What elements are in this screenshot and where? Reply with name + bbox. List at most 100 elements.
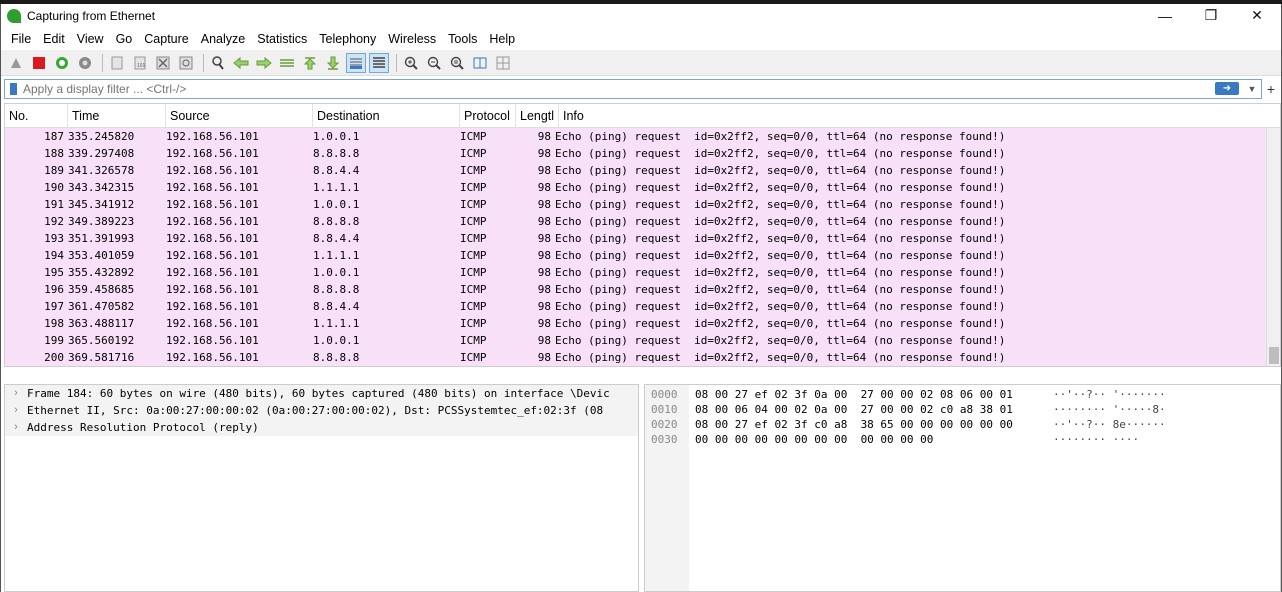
packet-row[interactable]: 188 339.297408 192.168.56.101 8.8.8.8 ICMP 98… (5, 145, 1280, 162)
zoom-reset-icon[interactable] (447, 53, 467, 73)
menu-wireless[interactable]: Wireless (382, 32, 442, 46)
colorize-icon[interactable] (369, 52, 389, 73)
hex-ascii[interactable]: ··'··?·· 8e······ (1053, 417, 1166, 432)
menu-go[interactable]: Go (110, 32, 139, 46)
menu-edit[interactable]: Edit (37, 32, 71, 46)
packet-row[interactable]: 194 353.401059 192.168.56.101 1.1.1.1 ICMP 98… (5, 247, 1280, 264)
packet-cell-info: Echo (ping) request id=0x2ff2, seq=0/0, … (555, 334, 1006, 347)
scrollbar-thumb[interactable] (1269, 347, 1279, 364)
packet-list: No. Time Source Destination Protocol Len… (4, 103, 1281, 367)
packet-row[interactable]: 192 349.389223 192.168.56.101 8.8.8.8 ICMP 98… (5, 213, 1280, 230)
minimize-icon[interactable]: — (1142, 4, 1188, 27)
packet-cell-proto: ICMP (460, 130, 487, 143)
hex-bytes[interactable]: 08 00 27 ef 02 3f c0 a8 38 65 00 00 00 0… (695, 417, 1013, 432)
packet-row[interactable]: 191 345.341912 192.168.56.101 1.0.0.1 ICMP 98… (5, 196, 1280, 213)
packet-row[interactable]: 187 335.245820 192.168.56.101 1.0.0.1 ICMP 98… (5, 128, 1280, 145)
go-last-icon[interactable] (323, 53, 343, 73)
restart-capture-icon[interactable] (52, 53, 72, 73)
detail-arp[interactable]: › Address Resolution Protocol (reply) (5, 419, 638, 436)
capture-options-icon[interactable] (75, 53, 95, 73)
packet-cell-len: 98 (537, 249, 551, 262)
reload-file-icon[interactable] (176, 53, 196, 73)
packet-row[interactable]: 196 359.458685 192.168.56.101 8.8.8.8 ICMP 98… (5, 281, 1280, 298)
detail-frame[interactable]: › Frame 184: 60 bytes on wire (480 bits),… (5, 385, 638, 402)
chevron-right-icon[interactable]: › (5, 385, 27, 402)
menu-tools[interactable]: Tools (442, 32, 483, 46)
packet-cell-no: 189 (44, 164, 64, 177)
bookmark-icon[interactable] (10, 82, 17, 95)
packet-row[interactable]: 193 351.391993 192.168.56.101 8.8.4.4 ICMP 98… (5, 230, 1280, 247)
close-file-icon[interactable] (153, 53, 173, 73)
column-destination[interactable]: Destination (313, 104, 460, 128)
packet-row[interactable]: 200 369.581716 192.168.56.101 8.8.8.8 ICMP 98… (5, 349, 1280, 366)
packet-cell-dst: 1.0.0.1 (313, 334, 360, 347)
display-filter-input[interactable] (23, 81, 1215, 96)
packet-cell-len: 98 (537, 334, 551, 347)
packet-row[interactable]: 195 355.432892 192.168.56.101 1.0.0.1 ICMP 98… (5, 264, 1280, 281)
plus-icon[interactable]: + (1262, 81, 1280, 97)
packet-row[interactable]: 198 363.488117 192.168.56.101 1.1.1.1 ICMP 98… (5, 315, 1280, 332)
packet-cell-time: 359.458685 (68, 283, 135, 296)
packet-cell-len: 98 (537, 215, 551, 228)
toolbar-separator (396, 53, 397, 72)
packet-cell-no: 191 (44, 198, 64, 211)
detail-ethernet[interactable]: › Ethernet II, Src: 0a:00:27:00:00:02 (0a… (5, 402, 638, 419)
column-length[interactable]: Lengtl (516, 104, 559, 128)
packet-cell-info: Echo (ping) request id=0x2ff2, seq=0/0, … (555, 130, 1006, 143)
packet-cell-dst: 8.8.4.4 (313, 232, 360, 245)
save-file-icon[interactable]: 101 (130, 53, 150, 73)
arrow-right-icon[interactable]: ➜ (1215, 82, 1239, 95)
packet-cell-dst: 8.8.4.4 (313, 300, 360, 313)
packet-cell-proto: ICMP (460, 249, 487, 262)
go-first-icon[interactable] (300, 53, 320, 73)
menu-view[interactable]: View (71, 32, 110, 46)
hex-ascii[interactable]: ········ '·····8· (1053, 402, 1166, 417)
menu-file[interactable]: File (5, 32, 37, 46)
go-forward-icon[interactable] (254, 53, 274, 73)
restore-icon[interactable]: ❐ (1188, 4, 1234, 27)
chevron-right-icon[interactable]: › (5, 419, 27, 436)
zoom-in-icon[interactable] (401, 53, 421, 73)
resize-columns-icon[interactable] (470, 53, 490, 73)
menu-help[interactable]: Help (483, 32, 521, 46)
packet-list-scrollbar[interactable] (1266, 128, 1280, 366)
hex-bytes[interactable]: 08 00 06 04 00 02 0a 00 27 00 00 02 c0 a… (695, 402, 1013, 417)
hex-ascii[interactable]: ··'··?·· '······· (1053, 387, 1166, 402)
wireshark-window: Capturing from Ethernet — ❐ ✕ File Edit … (0, 4, 1282, 592)
packet-bytes: 0000 08 00 27 ef 02 3f 0a 00 27 00 00 02 … (644, 384, 1281, 592)
column-time[interactable]: Time (68, 104, 166, 128)
go-to-packet-icon[interactable] (277, 53, 297, 73)
packet-cell-len: 98 (537, 351, 551, 364)
toolbar-separator (102, 53, 103, 72)
packet-row[interactable]: 189 341.326578 192.168.56.101 8.8.4.4 ICMP 98… (5, 162, 1280, 179)
chevron-down-icon[interactable]: ▼ (1245, 84, 1259, 94)
title-bar: Capturing from Ethernet — ❐ ✕ (1, 4, 1281, 27)
hex-bytes[interactable]: 00 00 00 00 00 00 00 00 00 00 00 00 (695, 432, 933, 447)
hex-ascii[interactable]: ········ ···· (1053, 432, 1139, 447)
column-no[interactable]: No. (5, 104, 68, 128)
packet-row[interactable]: 197 361.470582 192.168.56.101 8.8.4.4 ICMP 98… (5, 298, 1280, 315)
menu-capture[interactable]: Capture (138, 32, 194, 46)
menu-analyze[interactable]: Analyze (195, 32, 251, 46)
packet-row[interactable]: 199 365.560192 192.168.56.101 1.0.0.1 ICMP 98… (5, 332, 1280, 349)
column-protocol[interactable]: Protocol (460, 104, 516, 128)
auto-scroll-icon[interactable] (346, 52, 366, 73)
column-info[interactable]: Info (559, 104, 1280, 128)
zoom-out-icon[interactable] (424, 53, 444, 73)
packet-cell-info: Echo (ping) request id=0x2ff2, seq=0/0, … (555, 249, 1006, 262)
packet-cell-time: 341.326578 (68, 164, 135, 177)
open-file-icon[interactable] (107, 53, 127, 73)
chevron-right-icon[interactable]: › (5, 402, 27, 419)
layout-icon[interactable] (493, 53, 513, 73)
find-packet-icon[interactable] (208, 53, 228, 73)
menu-telephony[interactable]: Telephony (313, 32, 382, 46)
packet-row[interactable]: 190 343.342315 192.168.56.101 1.1.1.1 ICMP 98… (5, 179, 1280, 196)
column-source[interactable]: Source (166, 104, 313, 128)
start-capture-icon[interactable] (6, 53, 26, 73)
stop-capture-icon[interactable] (29, 53, 49, 73)
go-back-icon[interactable] (231, 53, 251, 73)
packet-cell-info: Echo (ping) request id=0x2ff2, seq=0/0, … (555, 300, 1006, 313)
close-icon[interactable]: ✕ (1234, 4, 1280, 27)
menu-statistics[interactable]: Statistics (251, 32, 313, 46)
hex-bytes[interactable]: 08 00 27 ef 02 3f 0a 00 27 00 00 02 08 0… (695, 387, 1013, 402)
